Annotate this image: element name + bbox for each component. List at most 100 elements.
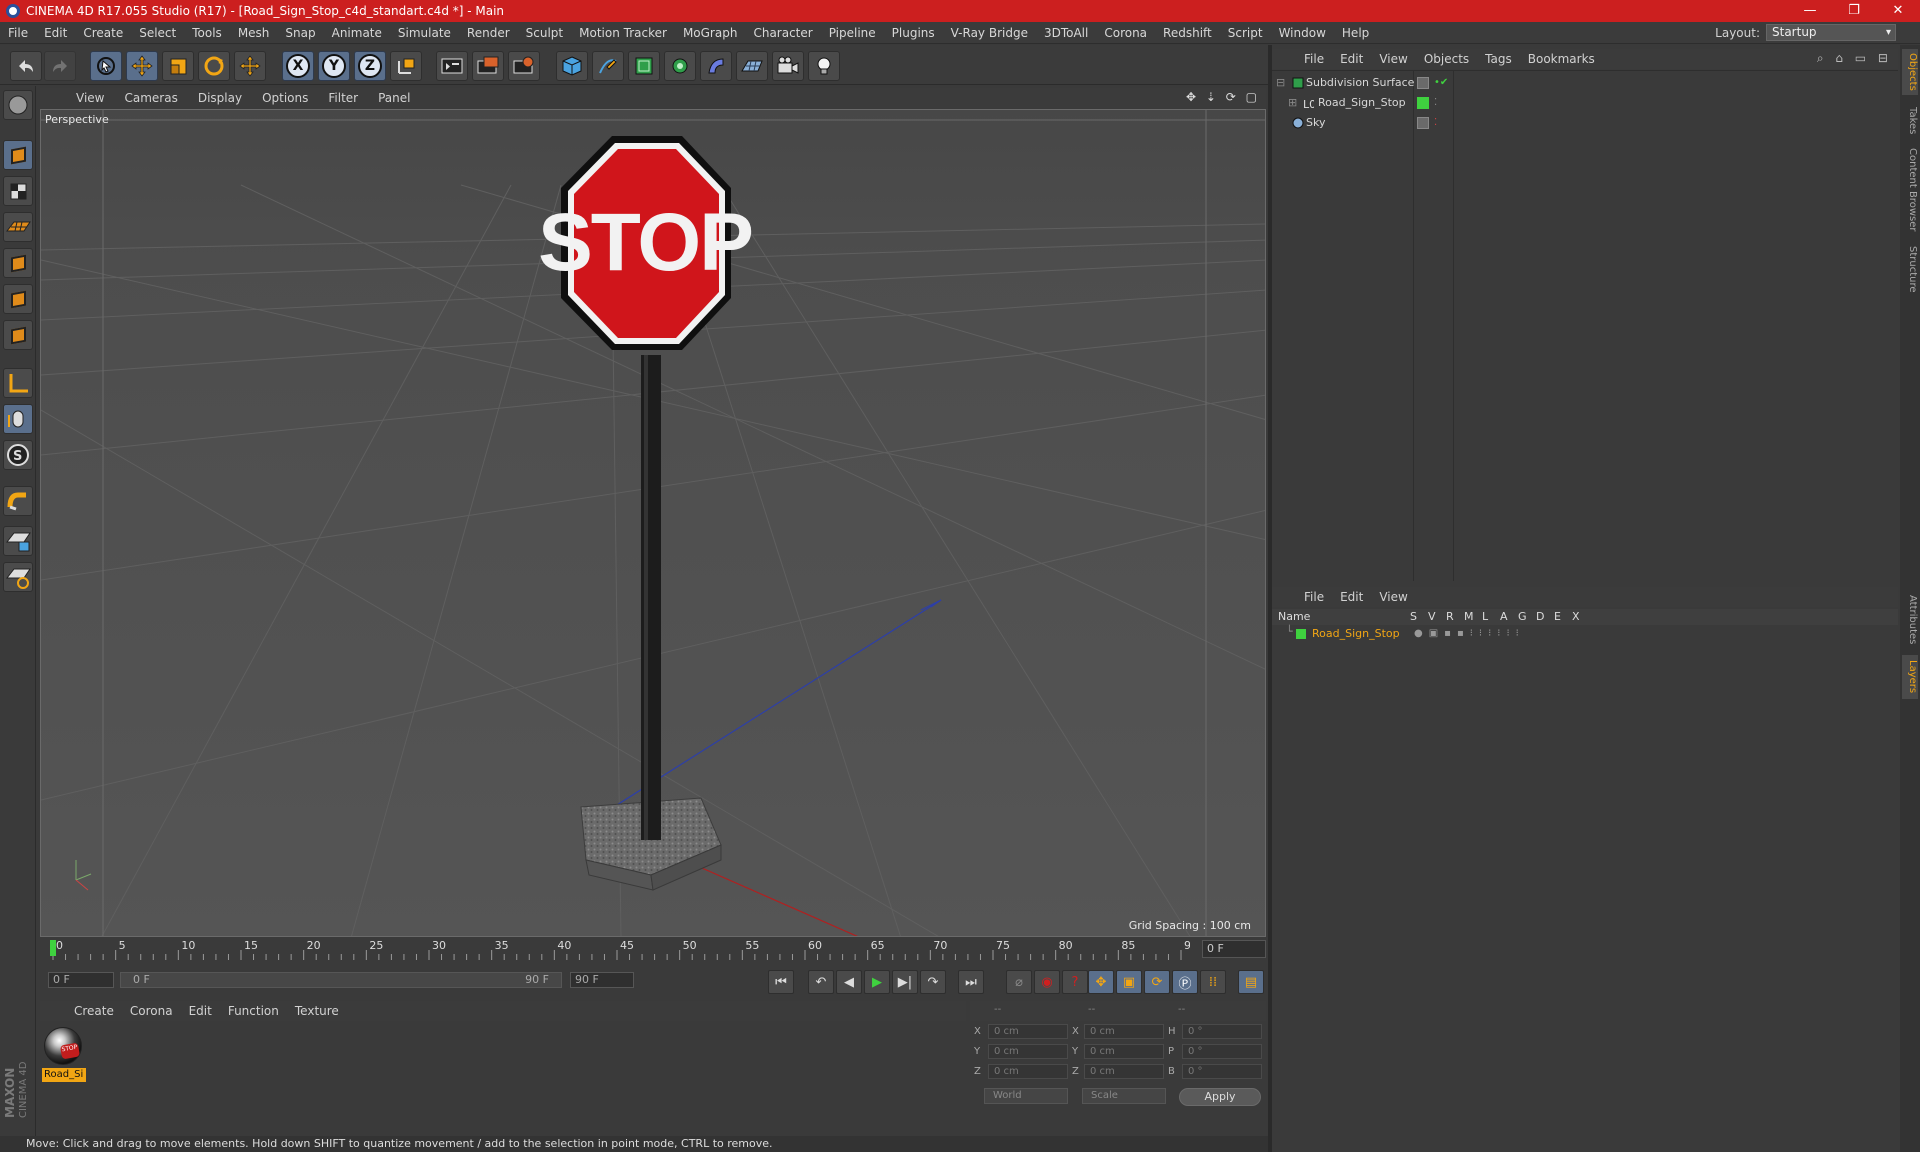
rotate-tool-button[interactable] <box>198 51 230 81</box>
timeline-scale[interactable]: 0 5 10 15 20 25 30 35 40 45 50 55 60 65 70 75 80 85 90 <box>48 938 1190 960</box>
polygons-mode-icon[interactable] <box>3 320 33 350</box>
current-frame-display[interactable]: 0 F <box>1202 940 1266 958</box>
menu-tools[interactable]: Tools <box>184 26 230 40</box>
coord-mode-select[interactable]: World <box>984 1088 1068 1104</box>
layers-menu-view[interactable]: View <box>1371 590 1415 604</box>
move-tool-button[interactable] <box>126 51 158 81</box>
layer-color-swatch[interactable] <box>1296 629 1306 639</box>
menu-file[interactable]: File <box>0 26 36 40</box>
coord-pos-x-field[interactable]: 0 cm <box>988 1024 1068 1039</box>
timeline-ruler[interactable]: 0 5 10 15 20 25 30 35 40 45 50 55 60 65 70 75 80 85 90 0 F <box>40 938 1266 960</box>
material-menu-function[interactable]: Function <box>220 1004 287 1018</box>
visibility-dots-icon[interactable]: ⁚ <box>1434 113 1437 133</box>
coord-rot-b-field[interactable]: 0 ° <box>1182 1064 1262 1079</box>
side-tab-layers[interactable]: Layers <box>1902 655 1918 699</box>
viewport-menu-cameras[interactable]: Cameras <box>114 91 187 105</box>
next-key-button[interactable]: ↷ <box>920 970 946 994</box>
menu-vray-bridge[interactable]: V-Ray Bridge <box>943 26 1036 40</box>
side-tab-structure[interactable]: Structure <box>1902 241 1918 297</box>
material-preview-ball[interactable]: STOP <box>44 1027 82 1065</box>
objects-menu-file[interactable]: File <box>1296 52 1332 66</box>
edges-mode-icon[interactable] <box>3 284 33 314</box>
object-name[interactable]: Road_Sign_Stop <box>1318 93 1406 113</box>
render-settings-icon[interactable] <box>508 51 540 81</box>
object-row-sky[interactable]: Sky ⁚ <box>1272 113 1898 133</box>
coord-rot-h-field[interactable]: 0 ° <box>1182 1024 1262 1039</box>
object-row-subdivision-surface[interactable]: ⊟ Subdivision Surface •✔ <box>1272 73 1898 93</box>
coord-pos-y-field[interactable]: 0 cm <box>988 1044 1068 1059</box>
enabled-checkmark-icon[interactable]: •✔ <box>1434 73 1448 93</box>
menu-motion-tracker[interactable]: Motion Tracker <box>571 26 675 40</box>
texture-mode-icon[interactable] <box>3 176 33 206</box>
workplane-mode-icon[interactable] <box>3 212 33 242</box>
menu-simulate[interactable]: Simulate <box>390 26 459 40</box>
layer-name[interactable]: Road_Sign_Stop <box>1312 627 1400 641</box>
material-menu-edit[interactable]: Edit <box>181 1004 220 1018</box>
maximize-button[interactable]: ❐ <box>1832 0 1876 22</box>
tweak-mode-icon[interactable] <box>3 404 33 434</box>
autokey-icon[interactable]: ◉ <box>1034 970 1060 994</box>
menu-help[interactable]: Help <box>1334 26 1377 40</box>
viewport-menu-display[interactable]: Display <box>188 91 252 105</box>
timeline-range-slider[interactable]: 0 F 90 F <box>120 972 562 988</box>
workplane-align-icon[interactable] <box>3 562 33 592</box>
menu-plugins[interactable]: Plugins <box>884 26 943 40</box>
last-tool-button[interactable] <box>234 51 266 81</box>
side-tab-objects[interactable]: Objects <box>1902 49 1918 95</box>
coordinate-system-icon[interactable] <box>390 51 422 81</box>
material-name-label[interactable]: Road_Si <box>42 1068 86 1082</box>
points-mode-icon[interactable] <box>3 248 33 278</box>
apply-button[interactable]: Apply <box>1179 1088 1261 1106</box>
key-pla-icon[interactable]: ⁞⁞ <box>1200 970 1226 994</box>
layers-menu-edit[interactable]: Edit <box>1332 590 1371 604</box>
snap-icon[interactable] <box>3 486 33 516</box>
viewport-menu-options[interactable]: Options <box>252 91 318 105</box>
layer-row[interactable]: └ Road_Sign_Stop ●▣▪▪⁝⁝⁝⁝⁝⁝ <box>1272 625 1898 641</box>
cube-primitive-icon[interactable] <box>556 51 588 81</box>
object-manager-search-icon[interactable]: ⌕ ⌂ ▭ ⊟ <box>1817 51 1892 66</box>
material-menu-create[interactable]: Create <box>66 1004 122 1018</box>
next-frame-button[interactable]: ▶| <box>892 970 918 994</box>
viewport-menu-view[interactable]: View <box>66 91 114 105</box>
objects-menu-objects[interactable]: Objects <box>1416 52 1477 66</box>
timeline-start-field[interactable]: 0 F <box>48 972 114 988</box>
menu-create[interactable]: Create <box>75 26 131 40</box>
keyframe-selection-icon[interactable]: ? <box>1062 970 1088 994</box>
key-parameter-icon[interactable]: Ⓟ <box>1172 970 1198 994</box>
objects-menu-view[interactable]: View <box>1371 52 1415 66</box>
goto-end-button[interactable]: ⏭ <box>958 970 984 994</box>
axis-mode-icon[interactable] <box>3 368 33 398</box>
menu-mograph[interactable]: MoGraph <box>675 26 746 40</box>
pen-spline-icon[interactable] <box>592 51 624 81</box>
menu-3dtoall[interactable]: 3DToAll <box>1036 26 1096 40</box>
play-button[interactable]: ▶ <box>864 970 890 994</box>
menu-script[interactable]: Script <box>1220 26 1271 40</box>
menu-animate[interactable]: Animate <box>324 26 390 40</box>
object-name[interactable]: Sky <box>1306 113 1325 133</box>
close-button[interactable]: ✕ <box>1876 0 1920 22</box>
render-picture-viewer-icon[interactable] <box>472 51 504 81</box>
minimize-button[interactable]: — <box>1788 0 1832 22</box>
subdivision-surface-icon[interactable] <box>628 51 660 81</box>
y-axis-lock-button[interactable]: Y <box>318 51 350 81</box>
camera-icon[interactable] <box>772 51 804 81</box>
perspective-viewport[interactable]: STOP Perspective Grid Spacing : 100 cm <box>40 109 1266 937</box>
previous-frame-button[interactable]: ◀ <box>836 970 862 994</box>
menu-sculpt[interactable]: Sculpt <box>518 26 571 40</box>
select-tool-button[interactable] <box>90 51 122 81</box>
coord-type-select[interactable]: Scale <box>1082 1088 1166 1104</box>
object-row-road-sign-stop[interactable]: ⊞ L0 Road_Sign_Stop ⁚ <box>1272 93 1898 113</box>
workplane-lock-icon[interactable] <box>3 526 33 556</box>
cloner-icon[interactable] <box>664 51 696 81</box>
coord-size-x-field[interactable]: 0 cm <box>1084 1024 1164 1039</box>
timeline-end-field[interactable]: 90 F <box>570 972 634 988</box>
menu-snap[interactable]: Snap <box>277 26 323 40</box>
x-axis-lock-button[interactable]: X <box>282 51 314 81</box>
side-tab-attributes[interactable]: Attributes <box>1902 590 1918 650</box>
editor-visibility-toggle[interactable] <box>1417 117 1429 129</box>
menu-edit[interactable]: Edit <box>36 26 75 40</box>
object-name[interactable]: Subdivision Surface <box>1306 73 1414 93</box>
make-editable-icon[interactable] <box>3 90 33 120</box>
light-icon[interactable] <box>808 51 840 81</box>
scale-tool-button[interactable] <box>162 51 194 81</box>
